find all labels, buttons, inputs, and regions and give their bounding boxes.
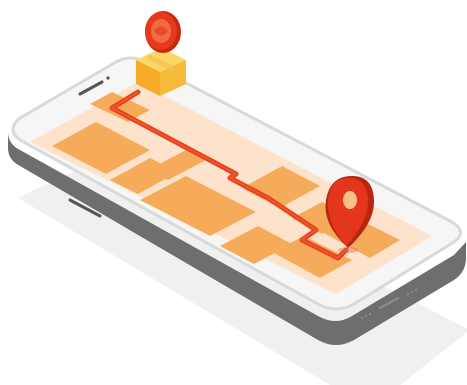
phone-camera: [106, 76, 110, 80]
badge-icon: [145, 11, 181, 53]
delivery-map-illustration: [8, 11, 467, 385]
